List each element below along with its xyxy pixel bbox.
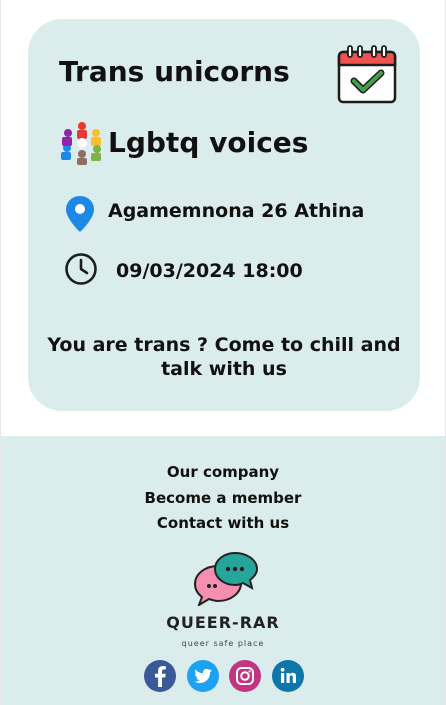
organizer-name: Lgbtq voices — [108, 125, 309, 159]
page: Trans unicorns Lgbtq voices Agamemnona 2… — [0, 0, 446, 705]
facebook-icon[interactable] — [144, 660, 176, 692]
footer: Our company Become a member Contact with… — [1, 436, 445, 705]
brand-name: QUEER-RAR — [166, 613, 280, 632]
brand-tagline: queer safe place — [181, 639, 265, 648]
event-datetime: 09/03/2024 18:00 — [116, 260, 303, 282]
linkedin-icon[interactable] — [271, 660, 304, 692]
instagram-icon[interactable] — [229, 660, 262, 692]
footer-link-become-member[interactable]: Become a member — [1, 486, 445, 512]
footer-link-our-company[interactable]: Our company — [1, 460, 445, 486]
calendar-check-icon[interactable] — [336, 43, 398, 105]
organizer-row[interactable]: Lgbtq voices — [58, 117, 308, 167]
people-circle-logo — [61, 122, 101, 165]
footer-links: Our company Become a member Contact with… — [1, 460, 445, 537]
footer-link-contact[interactable]: Contact with us — [1, 511, 445, 537]
clock-icon — [65, 253, 97, 285]
chat-bubbles-icon — [193, 552, 259, 606]
event-card[interactable]: Trans unicorns Lgbtq voices Agamemnona 2… — [28, 19, 420, 411]
social-links — [144, 660, 304, 692]
event-location: Agamemnona 26 Athina — [108, 200, 365, 222]
twitter-icon[interactable] — [186, 660, 219, 692]
map-pin-icon — [66, 196, 94, 232]
event-description: You are trans ? Come to chill and talk w… — [47, 334, 401, 380]
event-title: Trans unicorns — [59, 55, 290, 88]
